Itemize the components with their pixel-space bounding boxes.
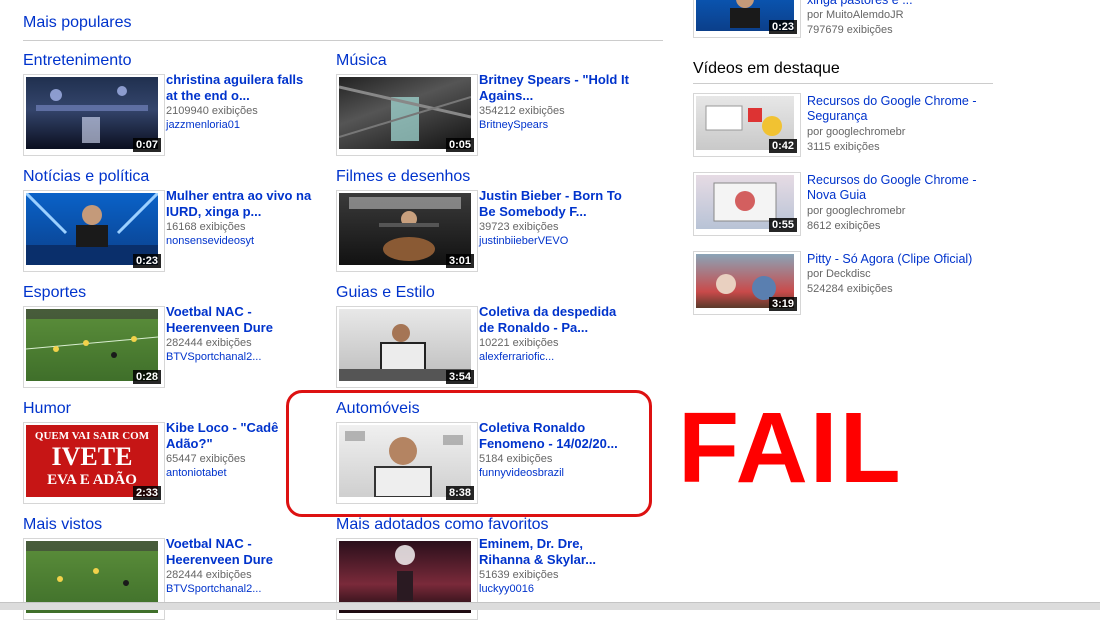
duration-badge: 0:23	[132, 254, 161, 268]
video-title[interactable]: christina aguilera falls at the end o...	[166, 72, 316, 104]
channel-link[interactable]: jazzmenloria01	[166, 119, 240, 131]
video-title[interactable]: Justin Bieber - Born To Be Somebody F...	[479, 188, 629, 220]
video-thumbnail[interactable]: 0:42	[693, 93, 801, 157]
category-title[interactable]: Entretenimento	[23, 52, 132, 70]
category-title[interactable]: Guias e Estilo	[336, 284, 435, 302]
video-thumbnail[interactable]: 0:55	[693, 172, 801, 236]
view-count: 65447 exibições	[166, 453, 246, 465]
duration-badge: 0:05	[445, 138, 474, 152]
view-count: 8612 exibições	[807, 220, 881, 232]
category-title[interactable]: Filmes e desenhos	[336, 168, 470, 186]
channel-link[interactable]: antoniotabet	[166, 467, 227, 479]
duration-badge: 0:07	[132, 138, 161, 152]
section-title[interactable]: Mais populares	[23, 14, 132, 32]
uploader: por googlechromebr	[807, 126, 906, 138]
category-entretenimento: Entretenimento 0:07 christina aguilera f…	[23, 52, 323, 168]
fail-annotation: FAIL	[678, 392, 903, 504]
category-mais-favoritos: Mais adotados como favoritos Eminem, Dr.…	[336, 516, 636, 632]
category-title[interactable]: Notícias e política	[23, 168, 149, 186]
view-count: 51639 exibições	[479, 569, 559, 581]
video-title[interactable]: Recursos do Google Chrome - Segurança	[807, 94, 993, 124]
view-count: 3115 exibições	[807, 141, 880, 153]
category-mais-vistos: Mais vistos Voetbal NAC - Heerenveen Dur…	[23, 516, 323, 632]
video-thumbnail[interactable]: 3:54	[336, 306, 478, 388]
video-title[interactable]: Coletiva da despedida de Ronaldo - Pa...	[479, 304, 629, 336]
section-divider	[23, 40, 663, 41]
uploader: por Deckdisc	[807, 268, 871, 280]
highlight-circle	[286, 390, 652, 517]
category-title[interactable]: Música	[336, 52, 387, 70]
video-title[interactable]: Eminem, Dr. Dre, Rihanna & Skylar...	[479, 536, 629, 568]
category-esportes: Esportes 0:28 Voetbal NAC - Heerenveen D…	[23, 284, 323, 400]
channel-link[interactable]: luckyy0016	[479, 583, 534, 595]
view-count: 282444 exibições	[166, 337, 252, 349]
category-filmes: Filmes e desenhos 3:01 Justin Bieber - B…	[336, 168, 636, 284]
category-noticias: Notícias e política 0:23 Mulher entra ao…	[23, 168, 323, 284]
thumb-caption-2: IVETE	[51, 442, 133, 471]
video-thumbnail[interactable]: 0:23	[23, 190, 165, 272]
duration-badge: 0:55	[768, 218, 797, 232]
video-title[interactable]: xinga pastores e ...	[807, 0, 993, 8]
category-musica: Música 0:05 Britney Spears - "Hold It Ag…	[336, 52, 636, 168]
view-count: 354212 exibições	[479, 105, 565, 117]
uploader: por googlechromebr	[807, 205, 906, 217]
duration-badge: 2:33	[132, 486, 161, 500]
category-title[interactable]: Humor	[23, 400, 71, 418]
channel-link[interactable]: nonsensevideosyt	[166, 235, 254, 247]
thumb-caption-1: QUEM VAI SAIR COM	[34, 430, 150, 442]
duration-badge: 0:23	[768, 20, 797, 34]
category-guias-estilo: Guias e Estilo 3:54 Coletiva da despedid…	[336, 284, 636, 400]
view-count: 16168 exibições	[166, 221, 246, 233]
duration-badge: 3:54	[445, 370, 474, 384]
duration-badge: 3:19	[768, 297, 797, 311]
video-title[interactable]: Recursos do Google Chrome - Nova Guia	[807, 173, 993, 203]
video-title[interactable]: Pitty - Só Agora (Clipe Oficial)	[807, 252, 993, 267]
duration-badge: 0:42	[768, 139, 797, 153]
view-count: 39723 exibições	[479, 221, 559, 233]
video-thumbnail[interactable]: 0:28	[23, 306, 165, 388]
video-thumbnail[interactable]: 3:01	[336, 190, 478, 272]
view-count: 282444 exibições	[166, 569, 252, 581]
category-title[interactable]: Mais vistos	[23, 516, 102, 534]
video-title[interactable]: Voetbal NAC - Heerenveen Dure	[166, 304, 316, 336]
view-count: 2109940 exibições	[166, 105, 258, 117]
video-thumbnail[interactable]: QUEM VAI SAIR COM IVETE EVA E ADÃO 2:33	[23, 422, 165, 504]
video-thumbnail[interactable]: 0:23	[693, 0, 801, 38]
channel-link[interactable]: BritneySpears	[479, 119, 548, 131]
category-title[interactable]: Esportes	[23, 284, 86, 302]
video-title[interactable]: Mulher entra ao vivo na IURD, xinga p...	[166, 188, 316, 220]
video-title[interactable]: Britney Spears - "Hold It Agains...	[479, 72, 629, 104]
duration-badge: 3:01	[445, 254, 474, 268]
category-humor: Humor QUEM VAI SAIR COM IVETE EVA E ADÃO…	[23, 400, 323, 516]
channel-link[interactable]: BTVSportchanal2...	[166, 583, 261, 595]
view-count: 797679 exibições	[807, 24, 893, 36]
video-thumbnail[interactable]: 0:05	[336, 74, 478, 156]
channel-link[interactable]: BTVSportchanal2...	[166, 351, 261, 363]
channel-link[interactable]: justinbiieberVEVO	[479, 235, 568, 247]
category-title[interactable]: Mais adotados como favoritos	[336, 516, 549, 534]
view-count: 10221 exibições	[479, 337, 559, 349]
channel-link[interactable]: alexferrariofic...	[479, 351, 554, 363]
video-thumbnail[interactable]: 3:19	[693, 251, 801, 315]
video-title[interactable]: Voetbal NAC - Heerenveen Dure	[166, 536, 316, 568]
uploader: por MuitoAlemdoJR	[807, 9, 904, 21]
featured-heading: Vídeos em destaque	[693, 60, 840, 77]
featured-divider	[693, 83, 993, 84]
duration-badge: 0:28	[132, 370, 161, 384]
view-count: 524284 exibições	[807, 283, 893, 295]
video-thumbnail[interactable]: 0:07	[23, 74, 165, 156]
